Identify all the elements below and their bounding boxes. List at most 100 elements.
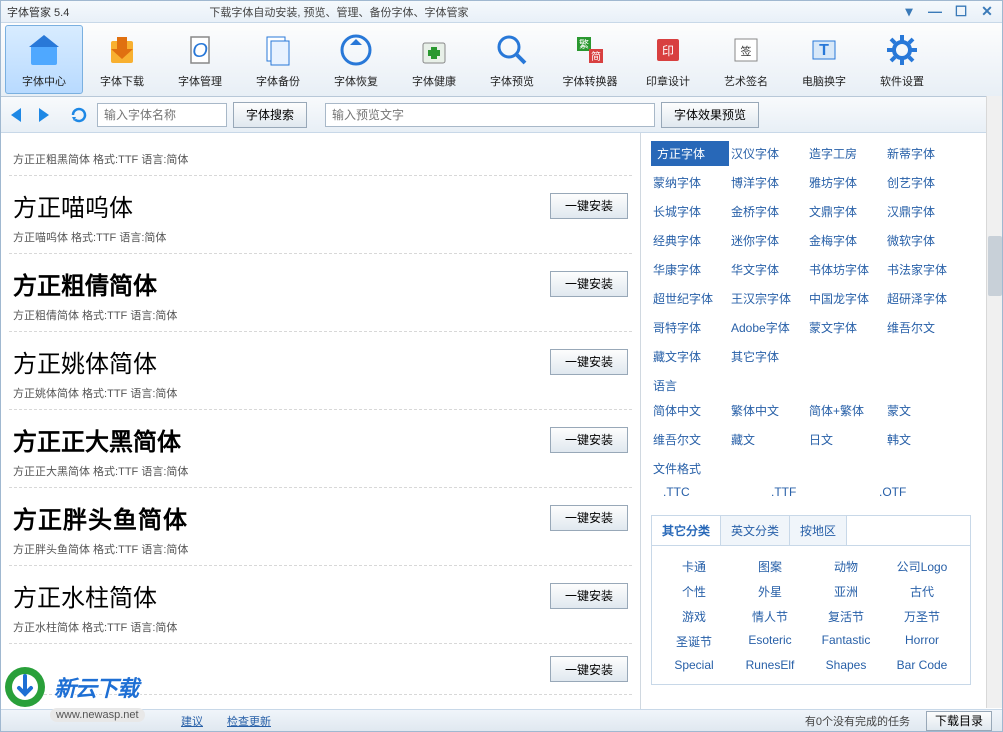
vendors-item[interactable]: 哥特字体 [651,315,729,340]
other-item[interactable]: 图案 [732,554,808,579]
other-item[interactable]: 圣诞节 [656,629,732,654]
preview-text-input[interactable] [325,103,655,127]
install-button[interactable]: 一键安装 [550,656,628,682]
maximize-icon[interactable]: ☐ [952,3,970,20]
vendors-item[interactable]: 金桥字体 [729,199,807,224]
other-item[interactable]: 复活节 [808,604,884,629]
toolbar-backup[interactable]: 字体备份 [239,25,317,94]
vendors-item[interactable]: 超世纪字体 [651,286,729,311]
vendors-item[interactable]: 藏文字体 [651,344,729,369]
toolbar-sign[interactable]: 签艺术签名 [707,25,785,94]
vendors-item[interactable]: 汉仪字体 [729,141,807,166]
check-update-link[interactable]: 检查更新 [227,713,271,729]
toolbar-manage[interactable]: O字体管理 [161,25,239,94]
vendors-item[interactable]: 雅坊字体 [807,170,885,195]
dropdown-icon[interactable]: ▾ [900,3,918,20]
subcategory-tab[interactable]: 英文分类 [721,516,790,545]
langs-item[interactable]: 藏文 [729,427,807,452]
close-icon[interactable]: ✕ [978,3,996,20]
scrollbar[interactable] [986,96,1002,708]
toolbar-settings[interactable]: 软件设置 [863,25,941,94]
langs-item[interactable]: 日文 [807,427,885,452]
search-button[interactable]: 字体搜索 [233,102,307,128]
vendors-item[interactable]: 蒙纳字体 [651,170,729,195]
category-sidebar[interactable]: 方正字体汉仪字体造字工房新蒂字体蒙纳字体博洋字体雅坊字体创艺字体长城字体金桥字体… [641,133,981,709]
vendors-item[interactable]: 书体坊字体 [807,257,885,282]
vendors-item[interactable]: 文鼎字体 [807,199,885,224]
other-item[interactable]: 个性 [656,579,732,604]
other-item[interactable]: Special [656,654,732,676]
langs-item[interactable]: 简体+繁体 [807,398,885,423]
langs-item[interactable]: 韩文 [885,427,963,452]
vendors-item[interactable]: 华文字体 [729,257,807,282]
back-button[interactable] [7,104,33,126]
install-button[interactable]: 一键安装 [550,583,628,609]
vendors-item[interactable]: 超研泽字体 [885,286,963,311]
suggestion-link[interactable]: 建议 [181,713,203,729]
vendors-item[interactable]: 经典字体 [651,228,729,253]
vendors-item[interactable]: 长城字体 [651,199,729,224]
font-name-input[interactable] [97,103,227,127]
vendors-item[interactable]: 方正字体 [651,141,729,166]
download-catalog-button[interactable]: 下载目录 [926,711,992,731]
install-button[interactable]: 一键安装 [550,193,628,219]
vendors-item[interactable]: 金梅字体 [807,228,885,253]
preview-effect-button[interactable]: 字体效果预览 [661,102,759,128]
other-item[interactable]: 公司Logo [884,554,960,579]
other-item[interactable]: 游戏 [656,604,732,629]
other-item[interactable]: 卡通 [656,554,732,579]
minimize-icon[interactable]: — [926,3,944,20]
formats-item[interactable]: .TTF [769,481,847,503]
other-item[interactable]: 外星 [732,579,808,604]
vendors-item[interactable]: 微软字体 [885,228,963,253]
forward-button[interactable] [35,104,61,126]
vendors-item[interactable]: 迷你字体 [729,228,807,253]
langs-item[interactable]: 繁体中文 [729,398,807,423]
vendors-item[interactable]: Adobe字体 [729,315,807,340]
vendors-item[interactable]: 书法家字体 [885,257,963,282]
other-item[interactable]: 古代 [884,579,960,604]
toolbar-restore[interactable]: 字体恢复 [317,25,395,94]
install-button[interactable]: 一键安装 [550,271,628,297]
scroll-thumb[interactable] [988,236,1002,296]
vendors-item[interactable]: 中国龙字体 [807,286,885,311]
vendors-item[interactable]: 博洋字体 [729,170,807,195]
other-item[interactable]: 动物 [808,554,884,579]
install-button[interactable]: 一键安装 [550,349,628,375]
vendors-item[interactable]: 王汉宗字体 [729,286,807,311]
vendors-item[interactable]: 新蒂字体 [885,141,963,166]
vendors-item[interactable]: 维吾尔文 [885,315,963,340]
install-button[interactable]: 一键安装 [550,505,628,531]
font-list[interactable]: 方正正粗黑简体 格式:TTF 语言:简体方正喵呜体一键安装方正喵呜体 格式:TT… [1,133,641,709]
langs-item[interactable]: 维吾尔文 [651,427,729,452]
toolbar-download[interactable]: 字体下载 [83,25,161,94]
subcategory-tab[interactable]: 其它分类 [652,516,721,545]
vendors-item[interactable]: 华康字体 [651,257,729,282]
toolbar-swap[interactable]: T电脑换字 [785,25,863,94]
other-item[interactable]: Horror [884,629,960,654]
vendors-item[interactable]: 造字工房 [807,141,885,166]
other-item[interactable]: Fantastic [808,629,884,654]
formats-item[interactable]: .OTF [877,481,955,503]
formats-item[interactable]: .TTC [661,481,739,503]
other-item[interactable]: 亚洲 [808,579,884,604]
refresh-button[interactable] [67,104,91,126]
vendors-item[interactable]: 其它字体 [729,344,807,369]
vendors-item[interactable]: 汉鼎字体 [885,199,963,224]
install-button[interactable]: 一键安装 [550,427,628,453]
langs-item[interactable]: 蒙文 [885,398,963,423]
vendors-item[interactable]: 创艺字体 [885,170,963,195]
other-item[interactable]: 情人节 [732,604,808,629]
other-item[interactable]: Shapes [808,654,884,676]
toolbar-stamp[interactable]: 印印章设计 [629,25,707,94]
toolbar-convert[interactable]: 繁简字体转换器 [551,25,629,94]
other-item[interactable]: Bar Code [884,654,960,676]
langs-item[interactable]: 简体中文 [651,398,729,423]
vendors-item[interactable]: 蒙文字体 [807,315,885,340]
toolbar-health[interactable]: 字体健康 [395,25,473,94]
subcategory-tab[interactable]: 按地区 [790,516,847,545]
other-item[interactable]: RunesElf [732,654,808,676]
toolbar-preview[interactable]: 字体预览 [473,25,551,94]
toolbar-home[interactable]: 字体中心 [5,25,83,94]
other-item[interactable]: 万圣节 [884,604,960,629]
